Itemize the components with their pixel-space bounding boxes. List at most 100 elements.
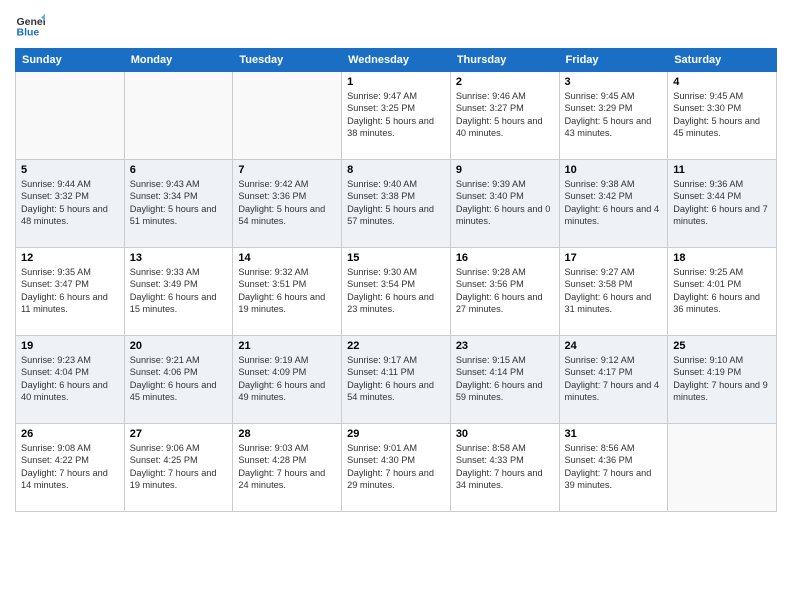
calendar-cell: 3 Sunrise: 9:45 AM Sunset: 3:29 PM Daylig… — [559, 72, 668, 160]
day-number: 9 — [456, 164, 554, 176]
calendar-week-row: 19 Sunrise: 9:23 AM Sunset: 4:04 PM Dayli… — [16, 336, 777, 424]
calendar-cell: 9 Sunrise: 9:39 AM Sunset: 3:40 PM Daylig… — [450, 160, 559, 248]
calendar-cell: 5 Sunrise: 9:44 AM Sunset: 3:32 PM Daylig… — [16, 160, 125, 248]
day-info: Sunrise: 9:27 AM Sunset: 3:58 PM Dayligh… — [565, 266, 663, 316]
day-number: 14 — [238, 252, 336, 264]
calendar-table: SundayMondayTuesdayWednesdayThursdayFrid… — [15, 48, 777, 512]
day-number: 16 — [456, 252, 554, 264]
day-info: Sunrise: 9:10 AM Sunset: 4:19 PM Dayligh… — [673, 354, 771, 404]
day-number: 7 — [238, 164, 336, 176]
day-number: 12 — [21, 252, 119, 264]
day-number: 22 — [347, 340, 445, 352]
day-info: Sunrise: 9:35 AM Sunset: 3:47 PM Dayligh… — [21, 266, 119, 316]
calendar-cell: 7 Sunrise: 9:42 AM Sunset: 3:36 PM Daylig… — [233, 160, 342, 248]
day-info: Sunrise: 8:56 AM Sunset: 4:36 PM Dayligh… — [565, 442, 663, 492]
logo: General Blue — [15, 10, 49, 40]
day-number: 5 — [21, 164, 119, 176]
day-info: Sunrise: 9:08 AM Sunset: 4:22 PM Dayligh… — [21, 442, 119, 492]
calendar-cell: 26Sunrise: 9:08 AM Sunset: 4:22 PM Dayli… — [16, 424, 125, 512]
calendar-cell: 21 Sunrise: 9:19 AM Sunset: 4:09 PM Dayli… — [233, 336, 342, 424]
day-info: Sunrise: 9:15 AM Sunset: 4:14 PM Dayligh… — [456, 354, 554, 404]
calendar-cell: 14 Sunrise: 9:32 AM Sunset: 3:51 PM Dayli… — [233, 248, 342, 336]
day-number: 8 — [347, 164, 445, 176]
col-header-monday: Monday — [124, 49, 233, 72]
calendar-cell: 19 Sunrise: 9:23 AM Sunset: 4:04 PM Dayli… — [16, 336, 125, 424]
day-info: Sunrise: 9:45 AM Sunset: 3:29 PM Dayligh… — [565, 90, 663, 140]
day-number: 17 — [565, 252, 663, 264]
day-info: Sunrise: 8:58 AM Sunset: 4:33 PM Dayligh… — [456, 442, 554, 492]
calendar-header-row: SundayMondayTuesdayWednesdayThursdayFrid… — [16, 49, 777, 72]
calendar-cell — [16, 72, 125, 160]
day-number: 1 — [347, 76, 445, 88]
calendar-week-row: 12 Sunrise: 9:35 AM Sunset: 3:47 PM Dayli… — [16, 248, 777, 336]
day-info: Sunrise: 9:21 AM Sunset: 4:06 PM Dayligh… — [130, 354, 228, 404]
day-number: 31 — [565, 428, 663, 440]
day-info: Sunrise: 9:40 AM Sunset: 3:38 PM Dayligh… — [347, 178, 445, 228]
day-info: Sunrise: 9:23 AM Sunset: 4:04 PM Dayligh… — [21, 354, 119, 404]
day-info: Sunrise: 9:17 AM Sunset: 4:11 PM Dayligh… — [347, 354, 445, 404]
svg-text:Blue: Blue — [17, 27, 40, 39]
day-info: Sunrise: 9:44 AM Sunset: 3:32 PM Dayligh… — [21, 178, 119, 228]
day-number: 20 — [130, 340, 228, 352]
calendar-cell: 20 Sunrise: 9:21 AM Sunset: 4:06 PM Dayli… — [124, 336, 233, 424]
day-info: Sunrise: 9:19 AM Sunset: 4:09 PM Dayligh… — [238, 354, 336, 404]
day-number: 27 — [130, 428, 228, 440]
day-info: Sunrise: 9:36 AM Sunset: 3:44 PM Dayligh… — [673, 178, 771, 228]
day-number: 29 — [347, 428, 445, 440]
day-info: Sunrise: 9:38 AM Sunset: 3:42 PM Dayligh… — [565, 178, 663, 228]
calendar-cell: 30 Sunrise: 8:58 AM Sunset: 4:33 PM Dayli… — [450, 424, 559, 512]
day-info: Sunrise: 9:32 AM Sunset: 3:51 PM Dayligh… — [238, 266, 336, 316]
calendar-cell: 11 Sunrise: 9:36 AM Sunset: 3:44 PM Dayli… — [668, 160, 777, 248]
col-header-saturday: Saturday — [668, 49, 777, 72]
day-info: Sunrise: 9:03 AM Sunset: 4:28 PM Dayligh… — [238, 442, 336, 492]
day-info: Sunrise: 9:43 AM Sunset: 3:34 PM Dayligh… — [130, 178, 228, 228]
calendar-cell: 8 Sunrise: 9:40 AM Sunset: 3:38 PM Daylig… — [342, 160, 451, 248]
calendar-cell: 12 Sunrise: 9:35 AM Sunset: 3:47 PM Dayli… — [16, 248, 125, 336]
day-number: 19 — [21, 340, 119, 352]
calendar-cell: 25Sunrise: 9:10 AM Sunset: 4:19 PM Dayli… — [668, 336, 777, 424]
day-info: Sunrise: 9:25 AM Sunset: 4:01 PM Dayligh… — [673, 266, 771, 316]
header: General Blue — [15, 10, 777, 40]
day-number: 28 — [238, 428, 336, 440]
day-info: Sunrise: 9:01 AM Sunset: 4:30 PM Dayligh… — [347, 442, 445, 492]
day-number: 10 — [565, 164, 663, 176]
calendar-cell: 16 Sunrise: 9:28 AM Sunset: 3:56 PM Dayli… — [450, 248, 559, 336]
col-header-tuesday: Tuesday — [233, 49, 342, 72]
calendar-week-row: 1Sunrise: 9:47 AM Sunset: 3:25 PM Daylig… — [16, 72, 777, 160]
day-number: 24 — [565, 340, 663, 352]
calendar-week-row: 5 Sunrise: 9:44 AM Sunset: 3:32 PM Daylig… — [16, 160, 777, 248]
calendar-cell: 13 Sunrise: 9:33 AM Sunset: 3:49 PM Dayli… — [124, 248, 233, 336]
calendar-cell — [124, 72, 233, 160]
calendar-cell — [233, 72, 342, 160]
col-header-sunday: Sunday — [16, 49, 125, 72]
calendar-cell: 28 Sunrise: 9:03 AM Sunset: 4:28 PM Dayli… — [233, 424, 342, 512]
day-number: 3 — [565, 76, 663, 88]
calendar-cell: 15 Sunrise: 9:30 AM Sunset: 3:54 PM Dayli… — [342, 248, 451, 336]
day-number: 15 — [347, 252, 445, 264]
day-info: Sunrise: 9:12 AM Sunset: 4:17 PM Dayligh… — [565, 354, 663, 404]
calendar-cell: 2Sunrise: 9:46 AM Sunset: 3:27 PM Daylig… — [450, 72, 559, 160]
col-header-friday: Friday — [559, 49, 668, 72]
calendar-cell: 18 Sunrise: 9:25 AM Sunset: 4:01 PM Dayli… — [668, 248, 777, 336]
day-info: Sunrise: 9:33 AM Sunset: 3:49 PM Dayligh… — [130, 266, 228, 316]
calendar-cell: 29 Sunrise: 9:01 AM Sunset: 4:30 PM Dayli… — [342, 424, 451, 512]
calendar-cell — [668, 424, 777, 512]
day-info: Sunrise: 9:42 AM Sunset: 3:36 PM Dayligh… — [238, 178, 336, 228]
calendar-page: General Blue SundayMondayTuesdayWednesda… — [0, 0, 792, 612]
day-info: Sunrise: 9:30 AM Sunset: 3:54 PM Dayligh… — [347, 266, 445, 316]
day-info: Sunrise: 9:28 AM Sunset: 3:56 PM Dayligh… — [456, 266, 554, 316]
day-number: 4 — [673, 76, 771, 88]
day-number: 11 — [673, 164, 771, 176]
calendar-cell: 17 Sunrise: 9:27 AM Sunset: 3:58 PM Dayli… — [559, 248, 668, 336]
calendar-cell: 6Sunrise: 9:43 AM Sunset: 3:34 PM Daylig… — [124, 160, 233, 248]
day-number: 30 — [456, 428, 554, 440]
day-info: Sunrise: 9:45 AM Sunset: 3:30 PM Dayligh… — [673, 90, 771, 140]
day-number: 18 — [673, 252, 771, 264]
calendar-cell: 27Sunrise: 9:06 AM Sunset: 4:25 PM Dayli… — [124, 424, 233, 512]
col-header-thursday: Thursday — [450, 49, 559, 72]
day-number: 21 — [238, 340, 336, 352]
day-info: Sunrise: 9:39 AM Sunset: 3:40 PM Dayligh… — [456, 178, 554, 228]
col-header-wednesday: Wednesday — [342, 49, 451, 72]
calendar-cell: 22 Sunrise: 9:17 AM Sunset: 4:11 PM Dayli… — [342, 336, 451, 424]
day-number: 13 — [130, 252, 228, 264]
